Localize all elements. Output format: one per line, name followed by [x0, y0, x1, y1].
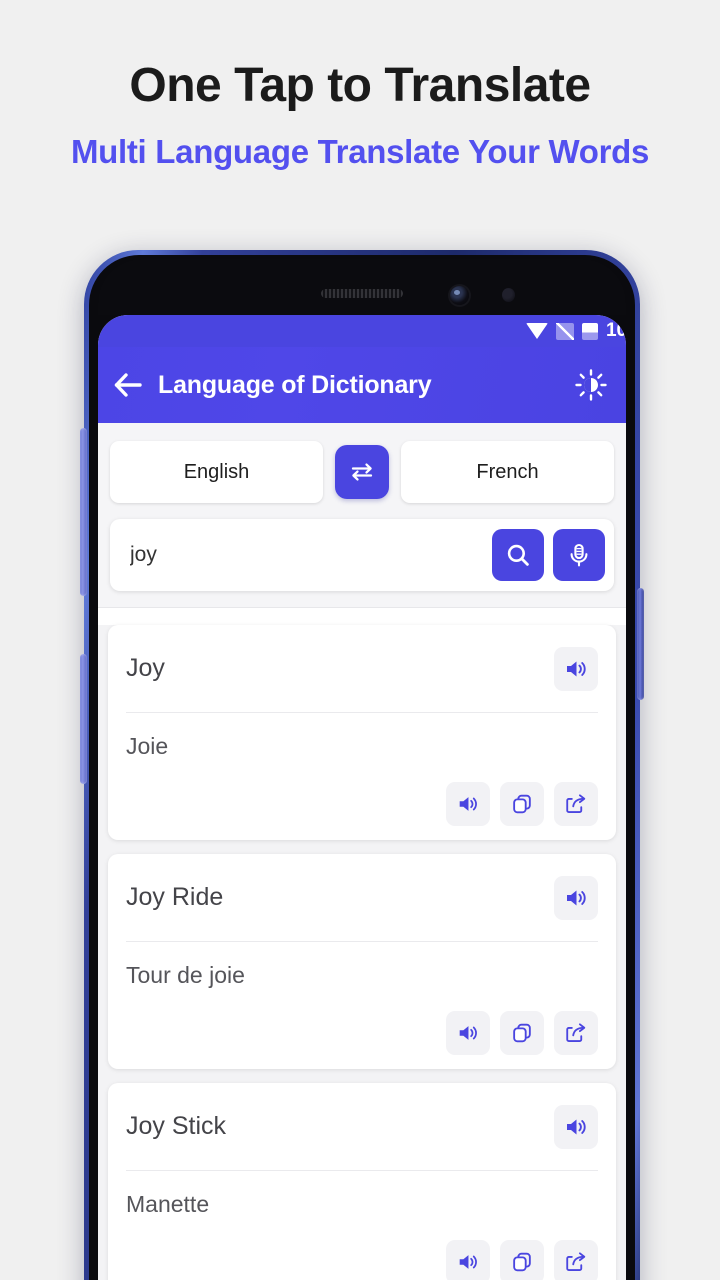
power-button[interactable]	[637, 588, 644, 700]
phone-top-bezel	[98, 259, 626, 315]
signal-icon	[555, 322, 574, 340]
copy-icon	[513, 794, 531, 814]
speak-translation-button[interactable]	[446, 782, 490, 826]
share-icon	[566, 1023, 586, 1042]
search-input[interactable]	[130, 543, 483, 567]
result-card-header: Joy Ride	[126, 854, 598, 942]
result-word: Joy	[126, 654, 165, 682]
swap-languages-button[interactable]	[335, 445, 389, 499]
share-button[interactable]	[554, 1011, 598, 1055]
result-actions	[126, 1240, 598, 1280]
result-actions	[126, 782, 598, 826]
speaker-icon	[459, 797, 477, 811]
search-button[interactable]	[492, 529, 544, 581]
promo-header: One Tap to Translate Multi Language Tran…	[0, 0, 720, 171]
result-word: Joy Stick	[126, 1112, 227, 1140]
result-card[interactable]: Joy Stick Manette	[108, 1083, 616, 1280]
result-card-header: Joy Stick	[126, 1083, 598, 1171]
promo-title: One Tap to Translate	[129, 59, 591, 112]
copy-button[interactable]	[500, 1240, 544, 1280]
speak-translation-button[interactable]	[446, 1240, 490, 1280]
volume-rocker-button[interactable]	[80, 428, 87, 596]
speak-source-button[interactable]	[554, 1104, 598, 1149]
source-language-label: English	[183, 460, 250, 483]
voice-input-button[interactable]	[553, 529, 605, 581]
result-card-body: Manette	[126, 1171, 598, 1280]
search-bar	[110, 519, 614, 591]
result-word: Joy Ride	[126, 883, 224, 911]
phone-body: 10:0 Language of Dictionary	[89, 255, 635, 1280]
speaker-icon	[567, 1119, 586, 1134]
assistant-side-button[interactable]	[80, 654, 87, 784]
speaker-icon	[459, 1255, 477, 1269]
speak-source-button[interactable]	[554, 875, 598, 920]
promo-subtitle: Multi Language Translate Your Words	[70, 133, 650, 171]
result-translation: Manette	[126, 1191, 210, 1217]
search-icon	[507, 544, 529, 566]
share-icon	[566, 1252, 586, 1271]
back-arrow-icon[interactable]	[112, 369, 144, 401]
result-card-header: Joy	[126, 625, 598, 713]
translation-results-list: Joy Joie Joy Ride Tour de joie Joy Stick…	[98, 625, 626, 1280]
phone-screen: 10:0 Language of Dictionary	[98, 315, 626, 1280]
result-actions	[126, 1011, 598, 1055]
result-card-body: Tour de joie	[126, 942, 598, 1069]
swap-horizontal-icon	[351, 463, 373, 481]
language-selector-row: English French	[98, 423, 626, 519]
section-divider	[98, 607, 626, 625]
search-section	[98, 519, 626, 607]
share-button[interactable]	[554, 1240, 598, 1280]
result-card[interactable]: Joy Joie	[108, 625, 616, 840]
status-time: 10:0	[605, 320, 626, 341]
target-language-label: French	[476, 460, 539, 483]
proximity-sensor-icon	[502, 288, 515, 302]
promo-page: One Tap to Translate Multi Language Tran…	[0, 0, 720, 1280]
speaker-icon	[567, 890, 586, 905]
source-language-selector[interactable]: English	[110, 441, 323, 503]
speaker-icon	[459, 1026, 477, 1040]
result-translation: Tour de joie	[126, 962, 245, 988]
speak-source-button[interactable]	[554, 646, 598, 691]
app-content: English French joy Joy Joie Joy Ride Tou…	[98, 423, 626, 1280]
status-bar: 10:0	[98, 315, 626, 347]
microphone-icon	[570, 543, 588, 567]
camera-glint	[454, 290, 460, 295]
app-bar: Language of Dictionary	[98, 347, 626, 423]
target-language-selector[interactable]: French	[401, 441, 614, 503]
share-button[interactable]	[554, 782, 598, 826]
copy-button[interactable]	[500, 782, 544, 826]
battery-icon	[581, 322, 598, 340]
earpiece-speaker-icon	[321, 289, 403, 298]
brightness-sun-icon[interactable]	[574, 368, 608, 402]
result-card-body: Joie	[126, 713, 598, 840]
copy-icon	[513, 1023, 531, 1043]
phone-device-mockup: 10:0 Language of Dictionary	[80, 250, 644, 1280]
speaker-icon	[567, 661, 586, 676]
front-camera-icon	[450, 286, 469, 305]
result-card[interactable]: Joy Ride Tour de joie	[108, 854, 616, 1069]
share-icon	[566, 794, 586, 813]
copy-button[interactable]	[500, 1011, 544, 1055]
page-title: Language of Dictionary	[158, 370, 432, 399]
speak-translation-button[interactable]	[446, 1011, 490, 1055]
result-translation: Joie	[126, 733, 169, 759]
copy-icon	[513, 1252, 531, 1272]
wifi-icon	[525, 323, 548, 339]
